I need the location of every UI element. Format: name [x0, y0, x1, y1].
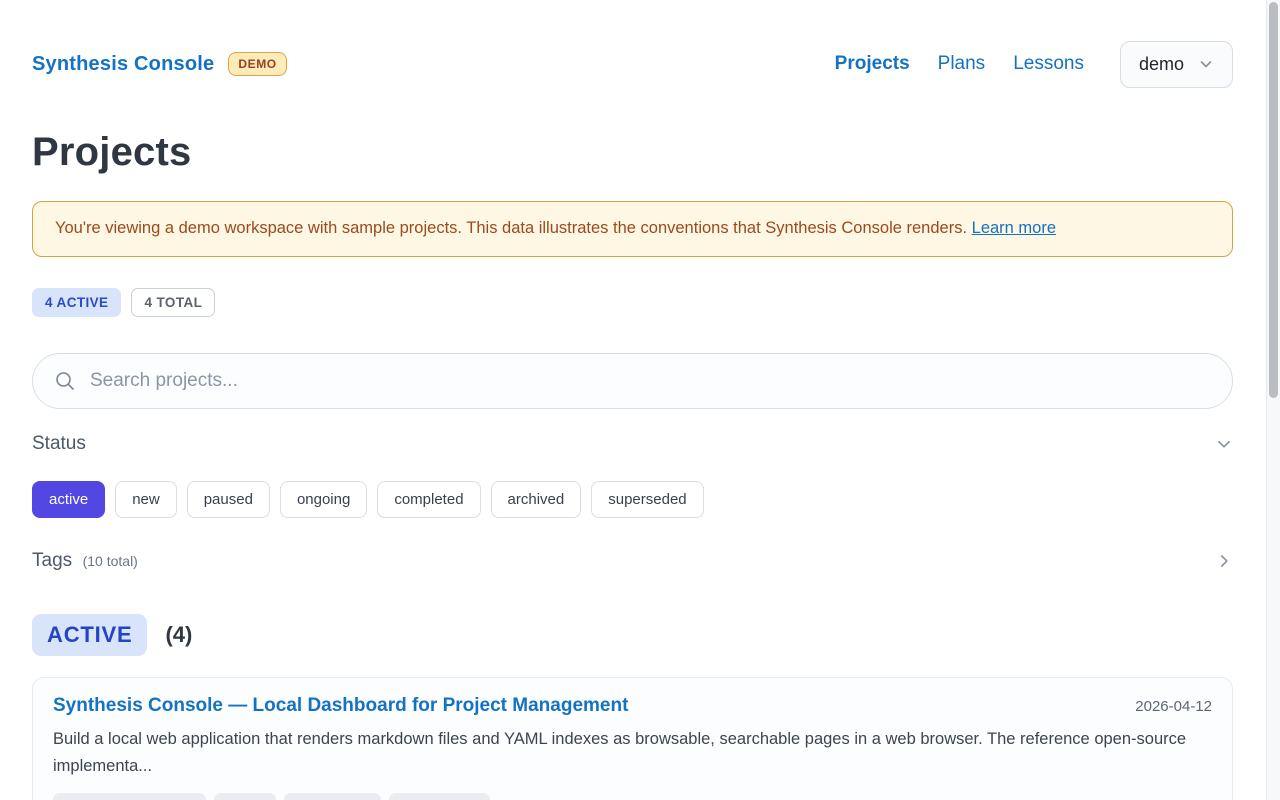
- workspace-selector[interactable]: demo: [1120, 41, 1233, 88]
- project-date: 2026-04-12: [1135, 698, 1212, 715]
- primary-nav: Projects Plans Lessons demo: [835, 41, 1233, 88]
- status-chip-superseded[interactable]: superseded: [591, 481, 703, 518]
- project-description: Build a local web application that rende…: [53, 726, 1188, 780]
- status-chip-list: active new paused ongoing completed arch…: [32, 481, 1233, 518]
- app-viewport: Synthesis Console DEMO Projects Plans Le…: [0, 0, 1280, 800]
- nav-lessons[interactable]: Lessons: [1013, 53, 1084, 75]
- active-section-header: ACTIVE (4): [32, 614, 1233, 656]
- active-section-badge: ACTIVE: [32, 614, 147, 656]
- project-tag-list: synthesis-engineering tooling open-sourc…: [53, 793, 1212, 800]
- main-content: Synthesis Console DEMO Projects Plans Le…: [0, 0, 1266, 800]
- nav-plans[interactable]: Plans: [938, 53, 986, 75]
- status-chip-paused[interactable]: paused: [187, 481, 270, 518]
- chevron-down-icon[interactable]: [1215, 435, 1233, 453]
- project-title-link[interactable]: Synthesis Console — Local Dashboard for …: [53, 695, 628, 717]
- top-header: Synthesis Console DEMO Projects Plans Le…: [32, 0, 1233, 86]
- demo-banner: You're viewing a demo workspace with sam…: [32, 201, 1233, 257]
- status-chip-active[interactable]: active: [32, 481, 105, 518]
- status-chip-archived[interactable]: archived: [491, 481, 582, 518]
- app-logo[interactable]: Synthesis Console: [32, 53, 214, 76]
- project-tag[interactable]: synthesis-engineering: [53, 793, 206, 800]
- project-tag[interactable]: infrastructure: [389, 793, 490, 800]
- scrollbar-thumb[interactable]: [1269, 2, 1278, 398]
- tags-filter-label: Tags: [32, 550, 72, 571]
- status-chip-new[interactable]: new: [115, 481, 177, 518]
- search-icon: [54, 370, 76, 392]
- nav-projects[interactable]: Projects: [835, 53, 910, 75]
- demo-banner-text: You're viewing a demo workspace with sam…: [55, 219, 967, 237]
- search-bar: [32, 353, 1233, 409]
- project-tag[interactable]: open-source: [284, 793, 381, 800]
- page-title: Projects: [32, 130, 1233, 175]
- chevron-down-icon: [1198, 56, 1214, 72]
- project-tag[interactable]: tooling: [214, 793, 276, 800]
- chevron-right-icon[interactable]: [1215, 552, 1233, 570]
- project-card: Synthesis Console — Local Dashboard for …: [32, 677, 1233, 800]
- status-chip-ongoing[interactable]: ongoing: [280, 481, 367, 518]
- brand-group: Synthesis Console DEMO: [32, 52, 287, 76]
- active-count-badge[interactable]: 4 ACTIVE: [32, 288, 121, 317]
- active-section-count: (4): [165, 622, 192, 648]
- tags-count-label: (10 total): [83, 553, 138, 569]
- search-input[interactable]: [32, 353, 1233, 409]
- summary-badges: 4 ACTIVE 4 TOTAL: [32, 288, 1233, 317]
- status-chip-completed[interactable]: completed: [377, 481, 480, 518]
- demo-badge: DEMO: [228, 52, 286, 76]
- learn-more-link[interactable]: Learn more: [972, 219, 1056, 237]
- tags-filter-label-group: Tags (10 total): [32, 550, 138, 572]
- total-count-badge[interactable]: 4 TOTAL: [131, 288, 215, 317]
- tags-filter-header[interactable]: Tags (10 total): [32, 550, 1233, 572]
- page-scrollbar[interactable]: [1266, 0, 1280, 800]
- project-card-header: Synthesis Console — Local Dashboard for …: [53, 695, 1212, 717]
- status-filter-header[interactable]: Status: [32, 433, 1233, 455]
- status-filter-label: Status: [32, 433, 86, 455]
- workspace-selector-value: demo: [1139, 54, 1184, 75]
